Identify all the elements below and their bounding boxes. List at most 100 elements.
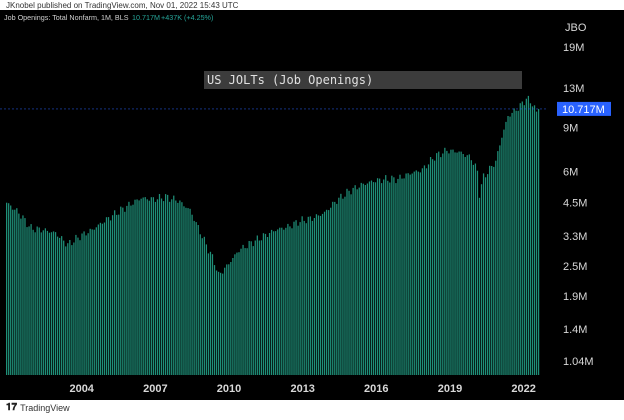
bar [397,178,399,375]
bar [114,210,116,375]
bar [417,171,419,375]
y-tick-label: 9M [563,123,578,135]
bar [436,153,438,375]
bar [523,105,525,375]
bar [456,152,458,375]
bar [356,189,358,375]
bar [97,224,99,375]
bar [85,235,87,375]
bar [507,116,509,375]
y-tick-label: 1.4M [563,324,587,336]
bar [26,227,28,375]
bar [89,228,91,375]
bar [323,211,326,375]
bar [230,262,232,375]
bar [118,214,120,375]
bar [517,110,519,376]
bar [366,183,369,375]
bar [311,220,313,375]
bar [130,205,132,375]
bar [478,197,481,375]
bar [401,178,403,375]
bar [207,253,210,375]
bar [279,227,281,375]
bar [346,188,348,375]
bar [381,183,383,375]
bar [228,264,230,375]
bar [58,237,61,375]
bar [364,185,366,375]
bar [285,227,287,375]
bar [156,199,159,375]
bar [332,201,334,375]
bar [415,170,417,375]
y-tick-label: 6M [563,167,578,179]
y-tick-label: 2.5M [563,261,587,273]
bar [222,273,224,375]
bar [385,175,387,375]
price-chart[interactable]: US JOLTs (Job Openings) Job Openings: To… [0,10,624,400]
bar [336,203,338,375]
bar [46,230,49,375]
bar [266,237,269,375]
bar [468,154,470,375]
bar [531,106,534,376]
bar [79,240,81,375]
bar [354,185,356,375]
bar [201,238,203,375]
bar [22,215,24,375]
bar [264,233,267,375]
bar [429,157,432,375]
bar [95,227,97,375]
bar [105,217,108,375]
bar [305,223,307,375]
bar [152,197,155,375]
symbol-value: 10.717M [132,13,160,22]
bar [293,221,295,375]
bar [217,271,220,375]
bar [391,175,393,375]
bar [434,160,436,375]
bar [399,174,401,375]
bar [173,195,175,375]
bar [36,226,38,375]
publisher-caption: JKnobel published on TradingView.com, No… [6,1,239,10]
bar [362,183,364,375]
bar [378,178,381,375]
bar [444,147,446,375]
bar [167,194,169,375]
bar [160,198,163,375]
bar [107,217,110,375]
bar [374,182,377,375]
bar [154,201,157,375]
bar [87,233,89,375]
bar [32,229,34,375]
bar [425,168,428,375]
bar [519,103,521,375]
bar [330,207,332,375]
ticker-label: JBO [565,22,587,34]
bar [67,243,69,375]
bar [185,207,187,375]
bar [179,200,181,375]
bar [460,151,462,375]
bar [283,229,285,375]
bar [505,121,507,376]
bar [177,202,179,375]
bar [50,232,53,375]
bar [344,196,346,375]
bar [317,215,320,375]
bar [299,222,301,375]
bar [525,98,527,375]
bar [295,220,297,375]
bar [387,180,389,375]
bar [501,137,503,375]
bar [83,231,85,375]
bar [513,108,515,376]
bar [421,168,424,375]
bar [38,227,40,375]
bar [452,149,454,375]
bar [277,229,279,375]
x-tick-label: 2019 [438,383,462,395]
tv-logo-icon: 𝟏𝟕 [6,402,18,413]
